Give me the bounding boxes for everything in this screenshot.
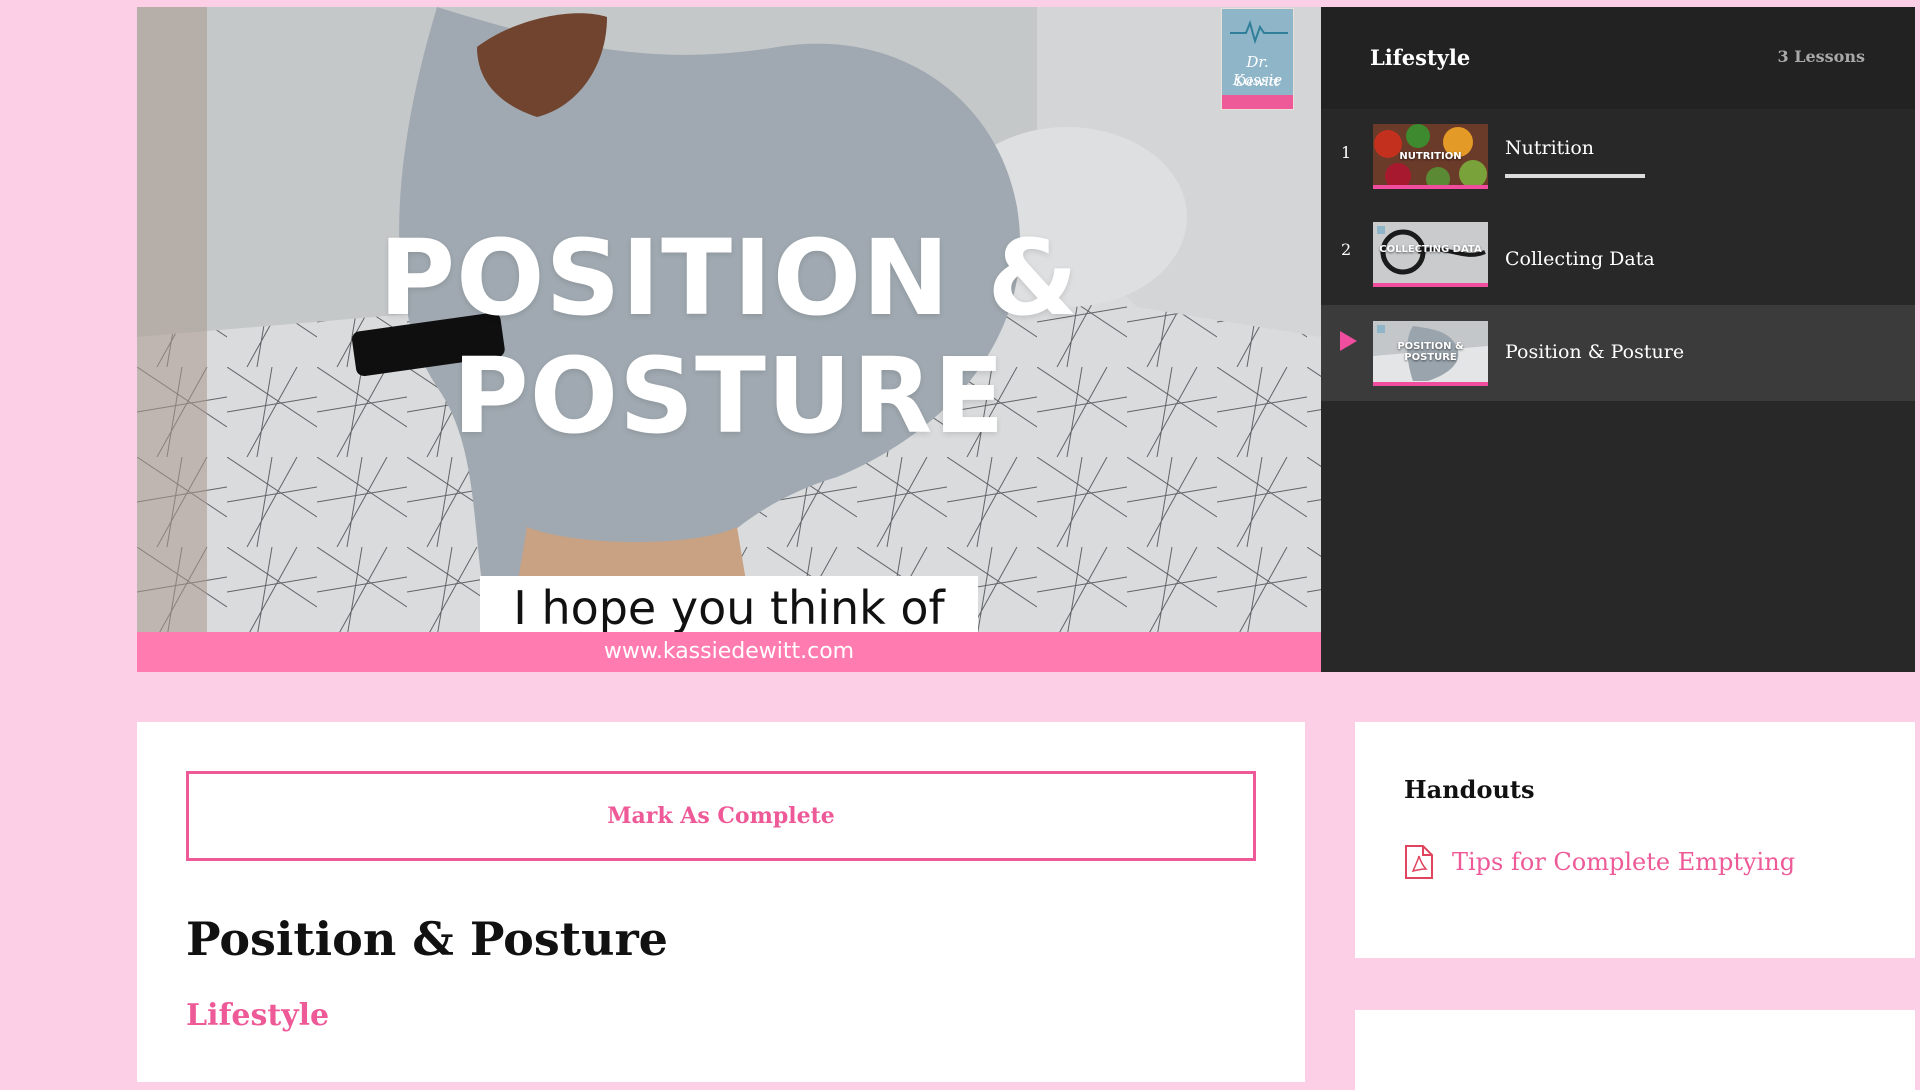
playlist-item-number: 1 [1341, 143, 1352, 162]
thumbnail-caption: POSITION & POSTURE [1397, 341, 1464, 363]
video-caption: I hope you think of me [480, 576, 978, 672]
playlist-item-number: 2 [1341, 240, 1352, 259]
thumbnail-bar [1373, 283, 1488, 287]
lesson-content-card: Mark As Complete Position & Posture Life… [137, 722, 1305, 1082]
thumbnail-caption: COLLECTING DATA [1379, 244, 1482, 255]
secondary-card [1355, 1010, 1915, 1090]
handouts-title: Handouts [1404, 775, 1535, 804]
playlist-item-position-posture[interactable]: POSITION & POSTURE Position & Posture [1321, 305, 1915, 401]
video-player[interactable]: POSITION & POSTURE I hope you think of m… [137, 7, 1321, 672]
video-title-line-2: POSTURE [452, 335, 1006, 457]
video-title-overlay: POSITION & POSTURE [137, 219, 1321, 455]
mark-complete-button[interactable]: Mark As Complete [186, 771, 1256, 861]
playlist-thumbnail: POSITION & POSTURE [1373, 321, 1488, 386]
playlist-item-collecting-data[interactable]: 2 COLLECTING DATA Collecting Data [1321, 215, 1915, 311]
handout-label: Tips for Complete Emptying [1452, 848, 1796, 876]
playlist-title: Lifestyle [1370, 45, 1471, 70]
heartbeat-icon [1230, 19, 1288, 45]
brand-logo: Dr. Kassie Dewitt [1221, 8, 1294, 110]
pdf-icon [1405, 845, 1433, 879]
playlist-item-nutrition[interactable]: 1 NUTRITION Nutrition [1321, 119, 1915, 215]
playlist-thumbnail: COLLECTING DATA [1373, 222, 1488, 287]
logo-strip [1222, 95, 1293, 109]
playlist-item-label: Nutrition [1505, 137, 1595, 159]
thumbnail-caption: NUTRITION [1399, 151, 1462, 162]
playlist-header: Lifestyle 3 Lessons [1321, 7, 1915, 109]
thumbnail-bar [1373, 382, 1488, 386]
lesson-playlist: Lifestyle 3 Lessons 1 NUTRITION Nutritio… [1321, 7, 1915, 672]
handout-link[interactable]: Tips for Complete Emptying [1404, 844, 1795, 880]
video-website-banner: www.kassiedewitt.com [137, 632, 1321, 672]
handouts-card: Handouts Tips for Complete Emptying [1355, 722, 1915, 958]
playlist-thumbnail: NUTRITION [1373, 124, 1488, 189]
playlist-item-progress [1505, 174, 1645, 178]
play-icon [1340, 331, 1357, 351]
thumbnail-bar [1373, 185, 1488, 189]
lesson-title: Position & Posture [186, 912, 668, 966]
playlist-item-label: Position & Posture [1505, 341, 1685, 363]
playlist-lesson-count: 3 Lessons [1777, 47, 1865, 66]
video-title-line-1: POSITION & [378, 217, 1080, 339]
lesson-category-link[interactable]: Lifestyle [186, 998, 329, 1033]
playlist-item-label: Collecting Data [1505, 248, 1655, 270]
logo-surname: Dewitt [1235, 75, 1280, 90]
